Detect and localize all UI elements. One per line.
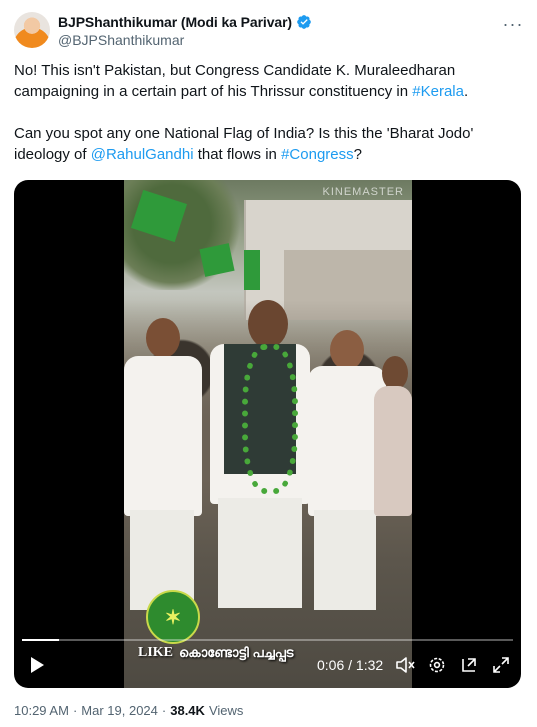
- tweet-text-span: that flows in: [193, 146, 282, 163]
- more-options-icon[interactable]: ···: [502, 14, 524, 34]
- video-time: 0:06 / 1:32: [317, 657, 383, 673]
- tweet-text-span: ?: [353, 146, 362, 163]
- avatar-icon[interactable]: [14, 12, 50, 48]
- author-display-name[interactable]: BJPShanthikumar (Modi ka Parivar): [58, 14, 292, 30]
- video-frame[interactable]: KINEMASTER ✶ LIKE കൊണ്ടോട്ടി പച്ചപ്പട: [124, 180, 412, 688]
- mention-rahulgandhi-link[interactable]: @RahulGandhi: [91, 146, 194, 163]
- author-handle[interactable]: @BJPShanthikumar: [58, 32, 184, 48]
- views-count[interactable]: 38.4K: [170, 703, 205, 718]
- video-controls: 0:06 / 1:32: [14, 650, 521, 680]
- tweet-paragraph-1: No! This isn't Pakistan, but Congress Ca…: [14, 60, 524, 102]
- pip-icon[interactable]: [458, 654, 480, 676]
- tweet-time[interactable]: 10:29 AM: [14, 703, 69, 718]
- tweet-meta: 10:29 AM · Mar 19, 2024 · 38.4K Views: [14, 703, 243, 718]
- volume-muted-icon[interactable]: [394, 654, 416, 676]
- green-flag: [244, 250, 260, 290]
- play-icon[interactable]: [26, 654, 48, 676]
- meta-separator: ·: [161, 703, 167, 718]
- video-time-total: 1:32: [355, 657, 384, 673]
- settings-icon[interactable]: [426, 654, 448, 676]
- video-player[interactable]: KINEMASTER ✶ LIKE കൊണ്ടോട്ടി പച്ചപ്പട 0:…: [14, 180, 521, 688]
- tweet-text-span: No! This isn't Pakistan, but Congress Ca…: [14, 62, 456, 100]
- tweet-paragraph-2: Can you spot any one National Flag of In…: [14, 123, 524, 165]
- video-progress-bar[interactable]: [22, 639, 513, 641]
- kinemaster-watermark: KINEMASTER: [322, 186, 404, 198]
- tweet-text: No! This isn't Pakistan, but Congress Ca…: [14, 60, 524, 186]
- views-label: Views: [208, 703, 244, 718]
- hashtag-congress-link[interactable]: #Congress: [281, 146, 354, 163]
- hashtag-kerala-link[interactable]: #Kerala: [412, 83, 464, 100]
- tweet-text-span: .: [463, 83, 469, 100]
- video-time-separator: /: [344, 657, 356, 673]
- verified-badge-icon: [297, 15, 311, 29]
- author-name-row: BJPShanthikumar (Modi ka Parivar): [58, 14, 312, 30]
- group-logo-icon: ✶: [146, 590, 200, 644]
- fullscreen-icon[interactable]: [490, 654, 512, 676]
- meta-separator: ·: [72, 703, 78, 718]
- video-time-current: 0:06: [317, 657, 345, 673]
- video-progress-fill: [22, 639, 60, 641]
- tweet-header: BJPShanthikumar (Modi ka Parivar) @BJPSh…: [14, 12, 524, 52]
- tweet-date[interactable]: Mar 19, 2024: [81, 703, 158, 718]
